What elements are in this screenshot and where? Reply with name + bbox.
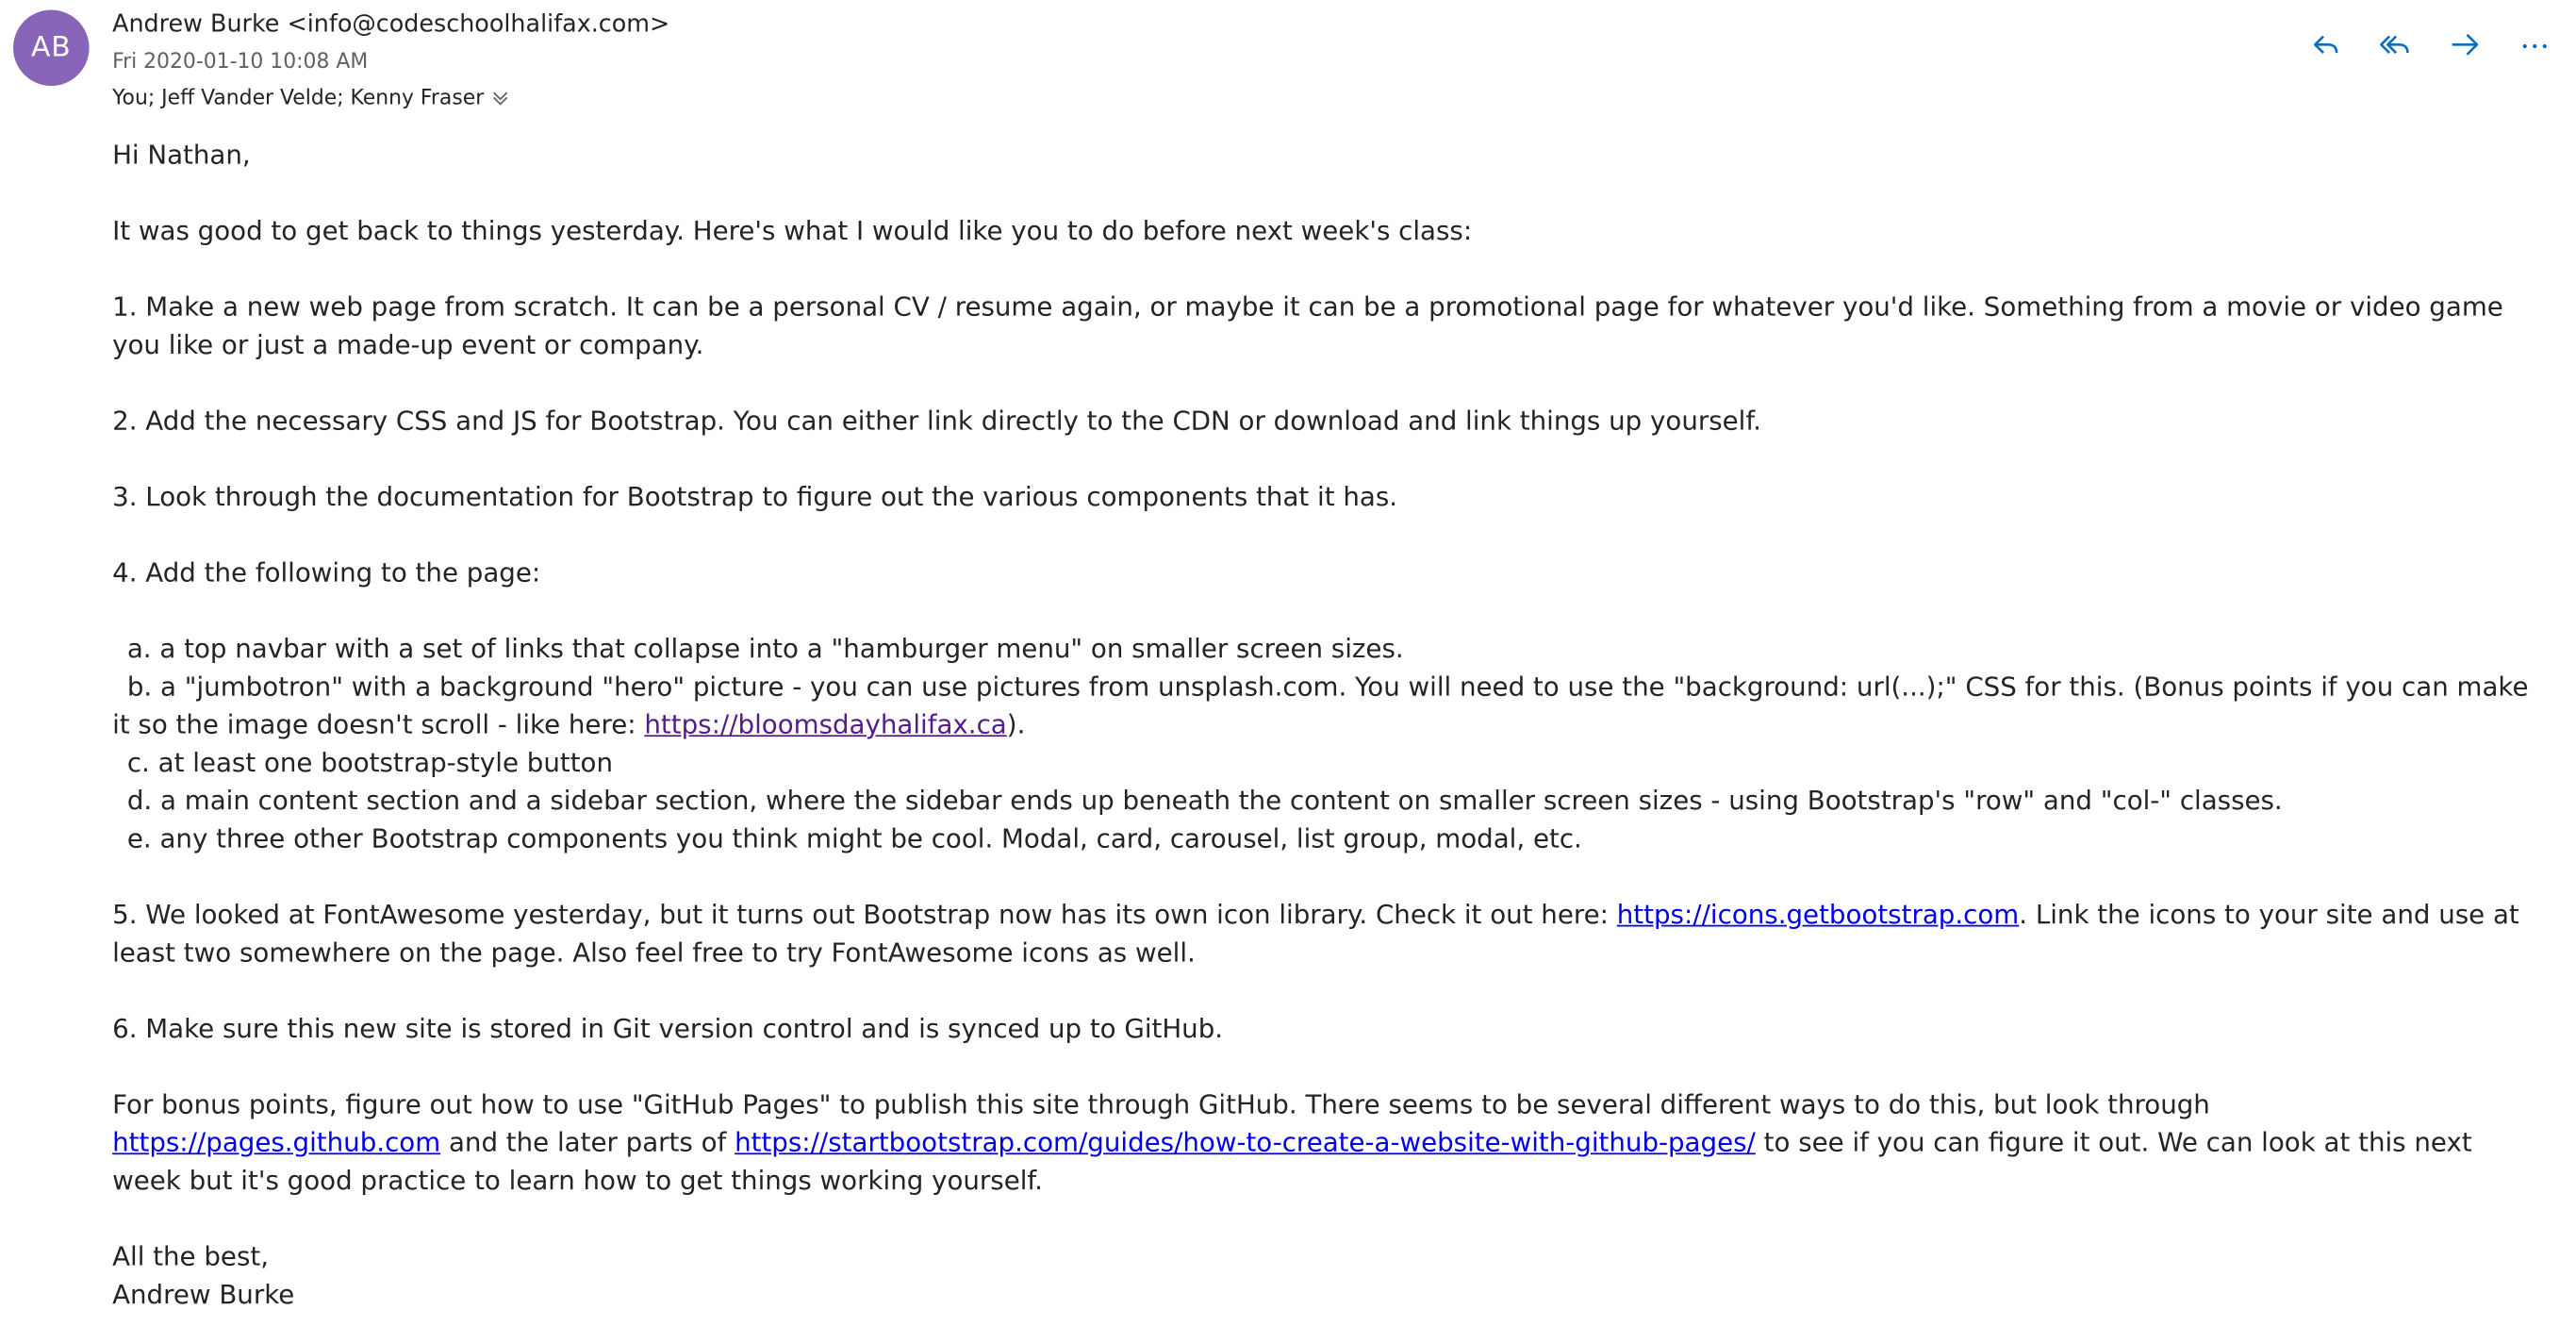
task-item-4b-end: ). [1006,708,1026,740]
intro-paragraph: It was good to get back to things yester… [112,214,1473,246]
more-icon [2518,28,2551,61]
sent-date: Fri 2020-01-10 10:08 AM [112,47,369,74]
task-item-2: 2. Add the necessary CSS and JS for Boot… [112,405,1761,437]
reply-icon [2310,28,2343,61]
task-item-4e: e. any three other Bootstrap components … [126,822,1582,854]
task-item-4d: d. a main content section and a sidebar … [126,784,2283,817]
task-item-1: 1. Make a new web page from scratch. It … [112,290,2503,360]
signature: Andrew Burke [112,1278,295,1310]
greeting: Hi Nathan, [112,139,251,171]
recipients-list: You; Jeff Vander Velde; Kenny Fraser [112,84,485,109]
task-item-6: 6. Make sure this new site is stored in … [112,1012,1224,1044]
task-item-4: 4. Add the following to the page: [112,556,541,589]
sender-name[interactable]: Andrew Burke <info@codeschoolhalifax.com… [112,8,669,41]
github-pages-link[interactable]: https://pages.github.com [112,1126,440,1157]
email-reading-pane: AB Andrew Burke <info@codeschoolhalifax.… [0,0,2576,1343]
bonus-text-start: For bonus points, figure out how to use … [112,1088,2210,1120]
task-item-4b: b. a "jumbotron" with a background "hero… [112,668,2539,744]
task-item-4a: a. a top navbar with a set of links that… [126,632,1404,665]
forward-icon [2447,28,2484,61]
bonus-text-mid: and the later parts of [440,1126,735,1158]
recipients-line[interactable]: You; Jeff Vander Velde; Kenny Fraser [112,81,669,114]
bootstrap-icons-link[interactable]: https://icons.getbootstrap.com [1617,899,2019,930]
bonus-paragraph: For bonus points, figure out how to use … [112,1086,2539,1200]
more-actions-button[interactable] [2506,24,2563,67]
avatar[interactable]: AB [13,9,90,87]
reply-all-button[interactable] [2368,24,2424,67]
expand-recipients-icon[interactable] [490,88,510,108]
reply-all-icon [2378,28,2415,61]
startbootstrap-guide-link[interactable]: https://startbootstrap.com/guides/how-to… [735,1126,1756,1157]
task-item-5-text: 5. We looked at FontAwesome yesterday, b… [112,898,1617,930]
message-header: Andrew Burke <info@codeschoolhalifax.com… [112,8,669,114]
task-item-5: 5. We looked at FontAwesome yesterday, b… [112,895,2539,971]
message-body: Hi Nathan, It was good to get back to th… [112,136,2539,1314]
bloomsday-link[interactable]: https://bloomsdayhalifax.ca [644,708,1006,739]
forward-button[interactable] [2437,24,2494,67]
task-item-3: 3. Look through the documentation for Bo… [112,480,1398,512]
task-item-4b-text: b. a "jumbotron" with a background "hero… [112,671,2529,740]
reply-button[interactable] [2299,24,2355,67]
task-item-4c: c. at least one bootstrap-style button [126,746,614,778]
message-actions-toolbar [2299,24,2563,67]
signoff: All the best, [112,1240,270,1272]
